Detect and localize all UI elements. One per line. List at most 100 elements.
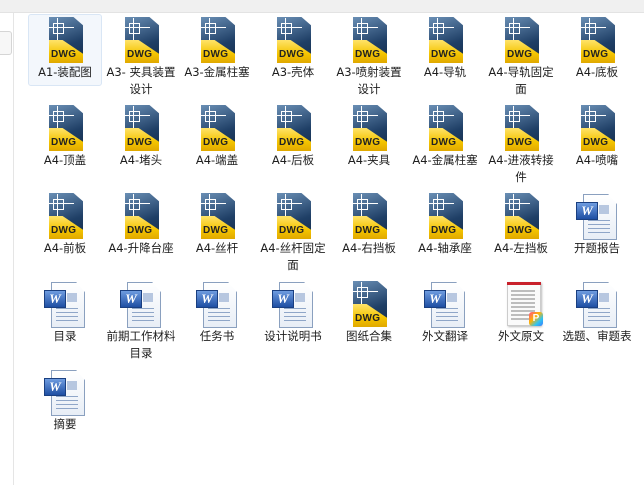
file-item[interactable]: DWG 图纸合集 — [332, 278, 406, 366]
file-name-label: A3-金属柱塞 — [184, 65, 250, 79]
file-item[interactable]: DWG A4-丝杆固定面 — [256, 190, 330, 278]
file-name-label: A1-装配图 — [38, 65, 92, 79]
word-document-icon: W — [41, 280, 89, 328]
file-name-label: A4-夹具 — [347, 153, 391, 167]
file-name-label: 开题报告 — [574, 241, 620, 255]
file-name-label: A4-导轨固定面 — [488, 65, 554, 96]
file-item[interactable]: W 设计说明书 — [256, 278, 330, 366]
file-name-label: A4-左挡板 — [494, 241, 548, 255]
file-name-label: A3-壳体 — [271, 65, 315, 79]
file-name-label: A4-顶盖 — [43, 153, 87, 167]
file-grid: DWG A1-装配图 DWG A3- 夹具装置设计 DWG A3-金属柱塞 DWG A3-壳体… — [28, 14, 636, 454]
file-name-label: A4-轴承座 — [418, 241, 472, 255]
dwg-file-icon: DWG — [117, 104, 165, 152]
dwg-file-icon: DWG — [497, 16, 545, 64]
word-document-icon: W — [193, 280, 241, 328]
file-name-label: 外文原文 — [498, 329, 544, 343]
dwg-file-icon: DWG — [421, 104, 469, 152]
file-item[interactable]: DWG A4-后板 — [256, 102, 330, 190]
dwg-file-icon: DWG — [269, 16, 317, 64]
file-name-label: 摘要 — [53, 417, 77, 431]
file-item[interactable]: DWG A1-装配图 — [28, 14, 102, 86]
dwg-file-icon: DWG — [41, 104, 89, 152]
file-name-label: 前期工作材料目录 — [106, 329, 176, 360]
pdf-document-icon: P — [497, 280, 545, 328]
file-item[interactable]: DWG A4-进液转接件 — [484, 102, 558, 190]
file-name-label: A3-喷射装置设计 — [336, 65, 402, 96]
file-item[interactable]: DWG A4-导轨固定面 — [484, 14, 558, 102]
file-name-label: 外文翻译 — [422, 329, 468, 343]
file-name-label: A4-丝杆 — [195, 241, 239, 255]
file-name-label: 目录 — [53, 329, 77, 343]
file-name-label: 设计说明书 — [264, 329, 322, 343]
file-name-label: A4-进液转接件 — [488, 153, 554, 184]
dwg-file-icon: DWG — [41, 192, 89, 240]
dwg-file-icon: DWG — [421, 192, 469, 240]
file-item[interactable]: DWG A4-顶盖 — [28, 102, 102, 190]
dwg-file-icon: DWG — [573, 104, 621, 152]
file-name-label: A4-底板 — [575, 65, 619, 79]
file-item[interactable]: DWG A4-升降台座 — [104, 190, 178, 278]
file-item[interactable]: W 选题、审题表 — [560, 278, 634, 366]
dwg-file-icon: DWG — [573, 16, 621, 64]
file-name-label: A4-丝杆固定面 — [260, 241, 326, 272]
file-item[interactable]: DWG A4-端盖 — [180, 102, 254, 190]
file-item[interactable]: DWG A3-喷射装置设计 — [332, 14, 406, 102]
file-name-label: A4-堵头 — [119, 153, 163, 167]
file-item[interactable]: W 前期工作材料目录 — [104, 278, 178, 366]
dwg-file-icon: DWG — [497, 192, 545, 240]
word-document-icon: W — [41, 368, 89, 416]
file-item[interactable]: DWG A4-喷嘴 — [560, 102, 634, 190]
file-name-label: A3- 夹具装置设计 — [106, 65, 176, 96]
dwg-file-icon: DWG — [193, 104, 241, 152]
toolbar-strip — [0, 0, 644, 13]
file-name-label: 任务书 — [199, 329, 235, 343]
file-name-label: A4-后板 — [271, 153, 315, 167]
file-item[interactable]: W 摘要 — [28, 366, 102, 454]
word-document-icon: W — [269, 280, 317, 328]
file-name-label: A4-导轨 — [423, 65, 467, 79]
dwg-file-icon: DWG — [269, 104, 317, 152]
file-item[interactable]: DWG A4-夹具 — [332, 102, 406, 190]
dwg-file-icon: DWG — [345, 104, 393, 152]
file-name-label: A4-前板 — [43, 241, 87, 255]
file-name-label: 选题、审题表 — [562, 329, 632, 343]
file-item[interactable]: DWG A3- 夹具装置设计 — [104, 14, 178, 102]
file-item[interactable]: DWG A3-金属柱塞 — [180, 14, 254, 102]
file-item[interactable]: DWG A4-丝杆 — [180, 190, 254, 278]
word-document-icon: W — [573, 192, 621, 240]
file-item[interactable]: DWG A3-壳体 — [256, 14, 330, 102]
dwg-file-icon: DWG — [345, 192, 393, 240]
dwg-file-icon: DWG — [193, 192, 241, 240]
file-name-label: A4-端盖 — [195, 153, 239, 167]
nav-pane-item[interactable] — [0, 31, 12, 55]
file-item[interactable]: DWG A4-堵头 — [104, 102, 178, 190]
file-item[interactable]: DWG A4-底板 — [560, 14, 634, 102]
file-item[interactable]: W 目录 — [28, 278, 102, 366]
dwg-file-icon: DWG — [193, 16, 241, 64]
word-document-icon: W — [117, 280, 165, 328]
file-item[interactable]: DWG A4-前板 — [28, 190, 102, 278]
file-name-label: A4-喷嘴 — [575, 153, 619, 167]
word-document-icon: W — [421, 280, 469, 328]
file-item[interactable]: P 外文原文 — [484, 278, 558, 366]
dwg-file-icon: DWG — [345, 280, 393, 328]
file-name-label: A4-右挡板 — [342, 241, 396, 255]
file-item[interactable]: DWG A4-金属柱塞 — [408, 102, 482, 190]
file-item[interactable]: DWG A4-右挡板 — [332, 190, 406, 278]
file-item[interactable]: W 任务书 — [180, 278, 254, 366]
file-item[interactable]: DWG A4-左挡板 — [484, 190, 558, 278]
dwg-file-icon: DWG — [269, 192, 317, 240]
dwg-file-icon: DWG — [41, 16, 89, 64]
dwg-file-icon: DWG — [421, 16, 469, 64]
dwg-file-icon: DWG — [345, 16, 393, 64]
file-item[interactable]: W 开题报告 — [560, 190, 634, 278]
navigation-pane — [0, 13, 14, 485]
dwg-file-icon: DWG — [117, 16, 165, 64]
file-name-label: A4-金属柱塞 — [412, 153, 478, 167]
dwg-file-icon: DWG — [497, 104, 545, 152]
file-item[interactable]: DWG A4-导轨 — [408, 14, 482, 102]
file-item[interactable]: DWG A4-轴承座 — [408, 190, 482, 278]
file-name-label: 图纸合集 — [346, 329, 392, 343]
file-item[interactable]: W 外文翻译 — [408, 278, 482, 366]
